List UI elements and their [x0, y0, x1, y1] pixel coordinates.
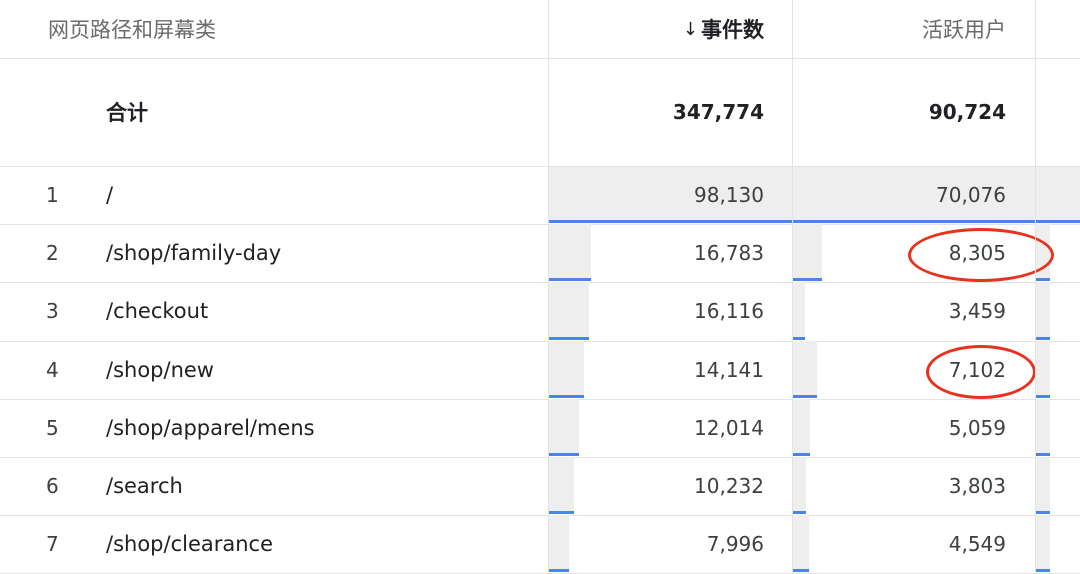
page-path-link[interactable]: /shop/family-day	[106, 224, 281, 282]
next-column-bar-line	[1036, 569, 1050, 573]
sort-descending-icon: ↓	[682, 18, 698, 40]
active-users-value: 3,803	[948, 474, 1006, 499]
column-divider	[1035, 0, 1036, 574]
next-column-bar	[1036, 166, 1080, 224]
active-users-value: 5,059	[948, 415, 1006, 440]
highlight-circle-annotation	[926, 344, 1036, 399]
table-row[interactable]: 6/search 10,232 3,803	[0, 457, 1080, 515]
events-value: 16,783	[694, 241, 764, 266]
table-row[interactable]: 3/checkout 16,116 3,459	[0, 282, 1080, 340]
active-users-value: 4,549	[948, 532, 1006, 557]
next-column-bar	[1036, 457, 1050, 515]
events-value: 16,116	[694, 299, 764, 324]
row-index: 3	[46, 299, 59, 324]
table-row[interactable]: 4/shop/new 14,141 7,102	[0, 340, 1080, 399]
table-row[interactable]: 5/shop/apparel/mens 12,014 5,059	[0, 398, 1080, 457]
next-column-bar	[1036, 282, 1050, 340]
row-index: 1	[46, 183, 59, 208]
page-path-link[interactable]: /shop/apparel/mens	[106, 399, 315, 457]
total-events: 347,774	[672, 100, 764, 124]
table-row[interactable]: 2/shop/family-day 16,783 8,305	[0, 224, 1080, 283]
top-row-accent-line	[549, 220, 1080, 224]
next-column-bar-line	[1036, 278, 1050, 282]
table-row[interactable]: 1 / 98,130 70,076	[0, 166, 1080, 224]
next-column-bar	[1036, 515, 1050, 573]
next-column-bar-line	[1036, 452, 1050, 456]
page-path-link[interactable]: /search	[106, 457, 183, 515]
header-divider	[0, 58, 1080, 59]
total-users: 90,724	[928, 100, 1006, 124]
next-column-bar	[1036, 398, 1050, 456]
highlight-circle-annotation	[908, 228, 1054, 283]
row-index: 2	[46, 241, 59, 266]
events-value: 7,996	[706, 532, 764, 557]
column-divider	[792, 0, 793, 574]
active-users-value: 3,459	[948, 299, 1006, 324]
total-divider	[0, 166, 1080, 167]
events-value: 10,232	[694, 474, 764, 499]
page-path-link[interactable]: /shop/clearance	[106, 515, 273, 573]
next-column-bar	[1036, 340, 1050, 398]
next-column-bar-line	[1036, 394, 1050, 398]
events-value: 98,130	[694, 183, 764, 208]
next-column-bar-line	[1036, 336, 1050, 340]
row-index: 4	[46, 357, 59, 382]
row-index: 6	[46, 474, 59, 499]
table-row[interactable]: 7/shop/clearance 7,996 4,549	[0, 515, 1080, 573]
column-divider	[548, 0, 549, 574]
row-index: 7	[46, 532, 59, 557]
events-column-header[interactable]: ↓ 事件数	[548, 0, 764, 58]
page-path-link[interactable]: /	[106, 166, 113, 224]
page-path-link[interactable]: /shop/new	[106, 341, 214, 399]
total-row: 合计 347,774 90,724	[0, 58, 1080, 166]
row-index: 5	[46, 415, 59, 440]
page-path-link[interactable]: /checkout	[106, 282, 208, 340]
report-table: 网页路径和屏幕类 ↓ 事件数 活跃用户 合计 347,774 90,724 1 /…	[0, 0, 1080, 574]
active-users-column-header[interactable]: 活跃用户	[792, 0, 1006, 58]
total-label: 合计	[106, 101, 148, 125]
next-column-bar-line	[1036, 511, 1050, 515]
events-header-label: 事件数	[701, 18, 764, 42]
header-row: 网页路径和屏幕类 ↓ 事件数 活跃用户	[0, 0, 1080, 58]
active-users-value: 70,076	[936, 183, 1006, 208]
events-value: 12,014	[694, 415, 764, 440]
dimension-header[interactable]: 网页路径和屏幕类	[48, 0, 216, 58]
events-value: 14,141	[694, 357, 764, 382]
